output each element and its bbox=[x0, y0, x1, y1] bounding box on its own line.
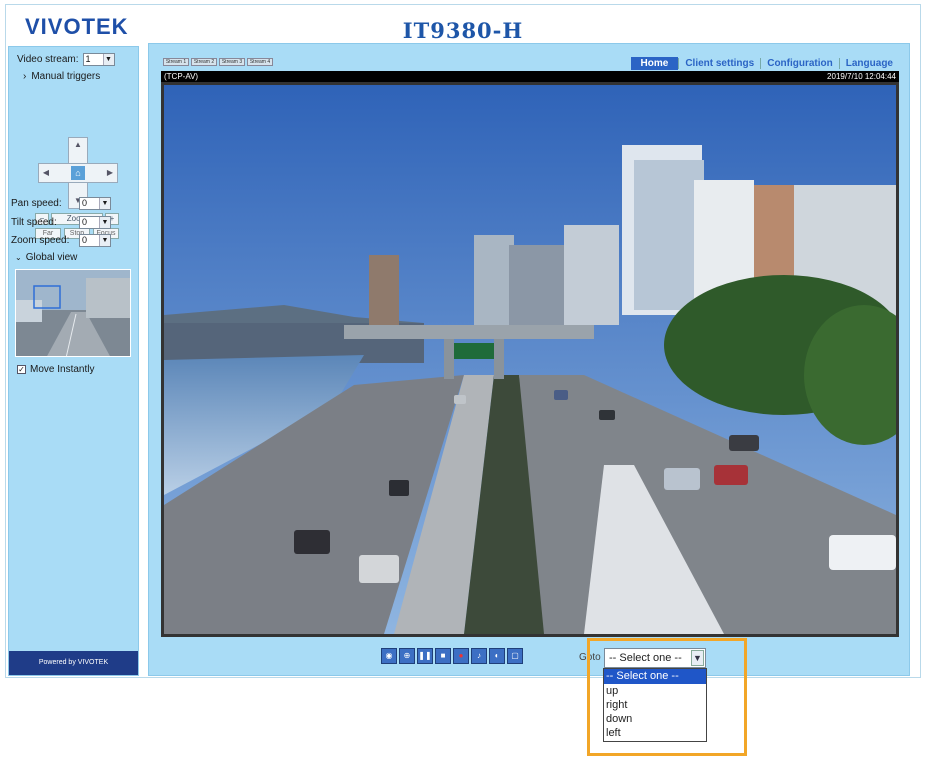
manual-triggers-label: Manual triggers bbox=[31, 71, 101, 82]
talk-icon[interactable]: ◐ bbox=[489, 648, 505, 664]
chevron-down-icon: ▼ bbox=[99, 217, 110, 228]
tilt-speed-label: Tilt speed: bbox=[11, 217, 57, 228]
snapshot-icon[interactable]: ◉ bbox=[381, 648, 397, 664]
stream-tab-4[interactable]: Stream 4 bbox=[247, 58, 273, 66]
tilt-speed-row: Tilt speed: 0 ▼ bbox=[11, 216, 111, 229]
goto-dropdown-list: -- Select one -- up right down left bbox=[603, 668, 707, 742]
goto-option-down[interactable]: down bbox=[604, 712, 706, 726]
live-video-view[interactable] bbox=[161, 82, 899, 637]
stream-tab-1[interactable]: Stream 1 bbox=[163, 58, 189, 66]
pan-left-button[interactable]: ◀ bbox=[40, 167, 52, 179]
chevron-down-icon: ▼ bbox=[99, 235, 110, 246]
pause-icon[interactable]: ❚❚ bbox=[417, 648, 433, 664]
sidebar: Video stream: 1 ▼ › Manual triggers ▲ ▼ ◀… bbox=[8, 46, 139, 676]
tilt-up-button[interactable]: ▲ bbox=[72, 139, 84, 151]
pan-speed-value: 0 bbox=[82, 198, 88, 208]
video-stream-select[interactable]: 1 ▼ bbox=[82, 53, 115, 66]
goto-selected-value: -- Select one -- bbox=[609, 652, 682, 664]
chevron-down-icon: ▼ bbox=[99, 198, 110, 209]
chevron-down-icon: ⌄ bbox=[15, 253, 22, 262]
nav-configuration[interactable]: Configuration bbox=[760, 58, 839, 69]
manual-triggers-toggle[interactable]: › Manual triggers bbox=[23, 71, 100, 82]
global-view-thumbnail[interactable] bbox=[15, 269, 131, 357]
zoom-speed-label: Zoom speed: bbox=[11, 235, 70, 246]
nav-home[interactable]: Home bbox=[630, 57, 679, 70]
video-stream-value: 1 bbox=[85, 54, 91, 64]
digital-zoom-icon[interactable]: ⊕ bbox=[399, 648, 415, 664]
video-stream-label: Video stream: bbox=[17, 54, 79, 65]
global-view-toggle[interactable]: ⌄ Global view bbox=[15, 252, 77, 263]
move-instantly-row: ✓ Move Instantly bbox=[17, 364, 94, 375]
pan-right-button[interactable]: ▶ bbox=[104, 167, 116, 179]
global-view-label: Global view bbox=[25, 252, 78, 263]
stream-tabs: Stream 1 Stream 2 Stream 3 Stream 4 bbox=[163, 58, 273, 66]
goto-select[interactable]: -- Select one -- ▼ bbox=[604, 648, 706, 668]
powered-by-footer: Powered by VIVOTEK bbox=[9, 651, 138, 675]
global-view-image bbox=[16, 270, 130, 356]
chevron-down-icon: ▼ bbox=[691, 650, 704, 666]
video-control-bar: ◉ ⊕ ❚❚ ■ ● ♪ ◐ ▢ bbox=[381, 648, 523, 664]
goto-option-up[interactable]: up bbox=[604, 684, 706, 698]
tilt-speed-select[interactable]: 0 ▼ bbox=[79, 216, 111, 229]
zoom-speed-row: Zoom speed: 0 ▼ bbox=[11, 234, 111, 247]
video-info-bar: (TCP-AV) 2019/7/10 12:04:44 bbox=[161, 71, 899, 82]
chevron-right-icon: › bbox=[23, 71, 27, 82]
zoom-speed-select[interactable]: 0 ▼ bbox=[79, 234, 111, 247]
stream-tab-2[interactable]: Stream 2 bbox=[191, 58, 217, 66]
volume-icon[interactable]: ♪ bbox=[471, 648, 487, 664]
goto-label: Goto bbox=[579, 652, 601, 663]
top-nav: Home Client settings Configuration Langu… bbox=[630, 57, 899, 70]
protocol-label: (TCP-AV) bbox=[164, 72, 199, 81]
chevron-down-icon: ▼ bbox=[102, 54, 114, 65]
move-instantly-checkbox[interactable]: ✓ bbox=[17, 365, 26, 374]
ptz-home-button[interactable]: ⌂ bbox=[71, 166, 85, 180]
stream-tab-3[interactable]: Stream 3 bbox=[219, 58, 245, 66]
pan-speed-row: Pan speed: 0 ▼ bbox=[11, 197, 111, 210]
move-instantly-label: Move Instantly bbox=[30, 364, 95, 375]
stop-icon[interactable]: ■ bbox=[435, 648, 451, 664]
nav-client-settings[interactable]: Client settings bbox=[678, 58, 760, 69]
record-icon[interactable]: ● bbox=[453, 648, 469, 664]
product-title: IT9380-H bbox=[402, 18, 524, 43]
video-timestamp: 2019/7/10 12:04:44 bbox=[827, 72, 896, 81]
pan-speed-select[interactable]: 0 ▼ bbox=[79, 197, 111, 210]
fullscreen-icon[interactable]: ▢ bbox=[507, 648, 523, 664]
live-video-image bbox=[164, 85, 896, 634]
video-stream-row: Video stream: 1 ▼ bbox=[17, 53, 115, 66]
tilt-speed-value: 0 bbox=[82, 217, 88, 227]
nav-language[interactable]: Language bbox=[838, 58, 899, 69]
main-panel: Stream 1 Stream 2 Stream 3 Stream 4 Home… bbox=[148, 43, 910, 676]
zoom-speed-value: 0 bbox=[82, 235, 88, 245]
goto-option-select-one[interactable]: -- Select one -- bbox=[604, 669, 706, 684]
pan-speed-label: Pan speed: bbox=[11, 198, 62, 209]
goto-option-left[interactable]: left bbox=[604, 726, 706, 740]
goto-option-right[interactable]: right bbox=[604, 698, 706, 712]
